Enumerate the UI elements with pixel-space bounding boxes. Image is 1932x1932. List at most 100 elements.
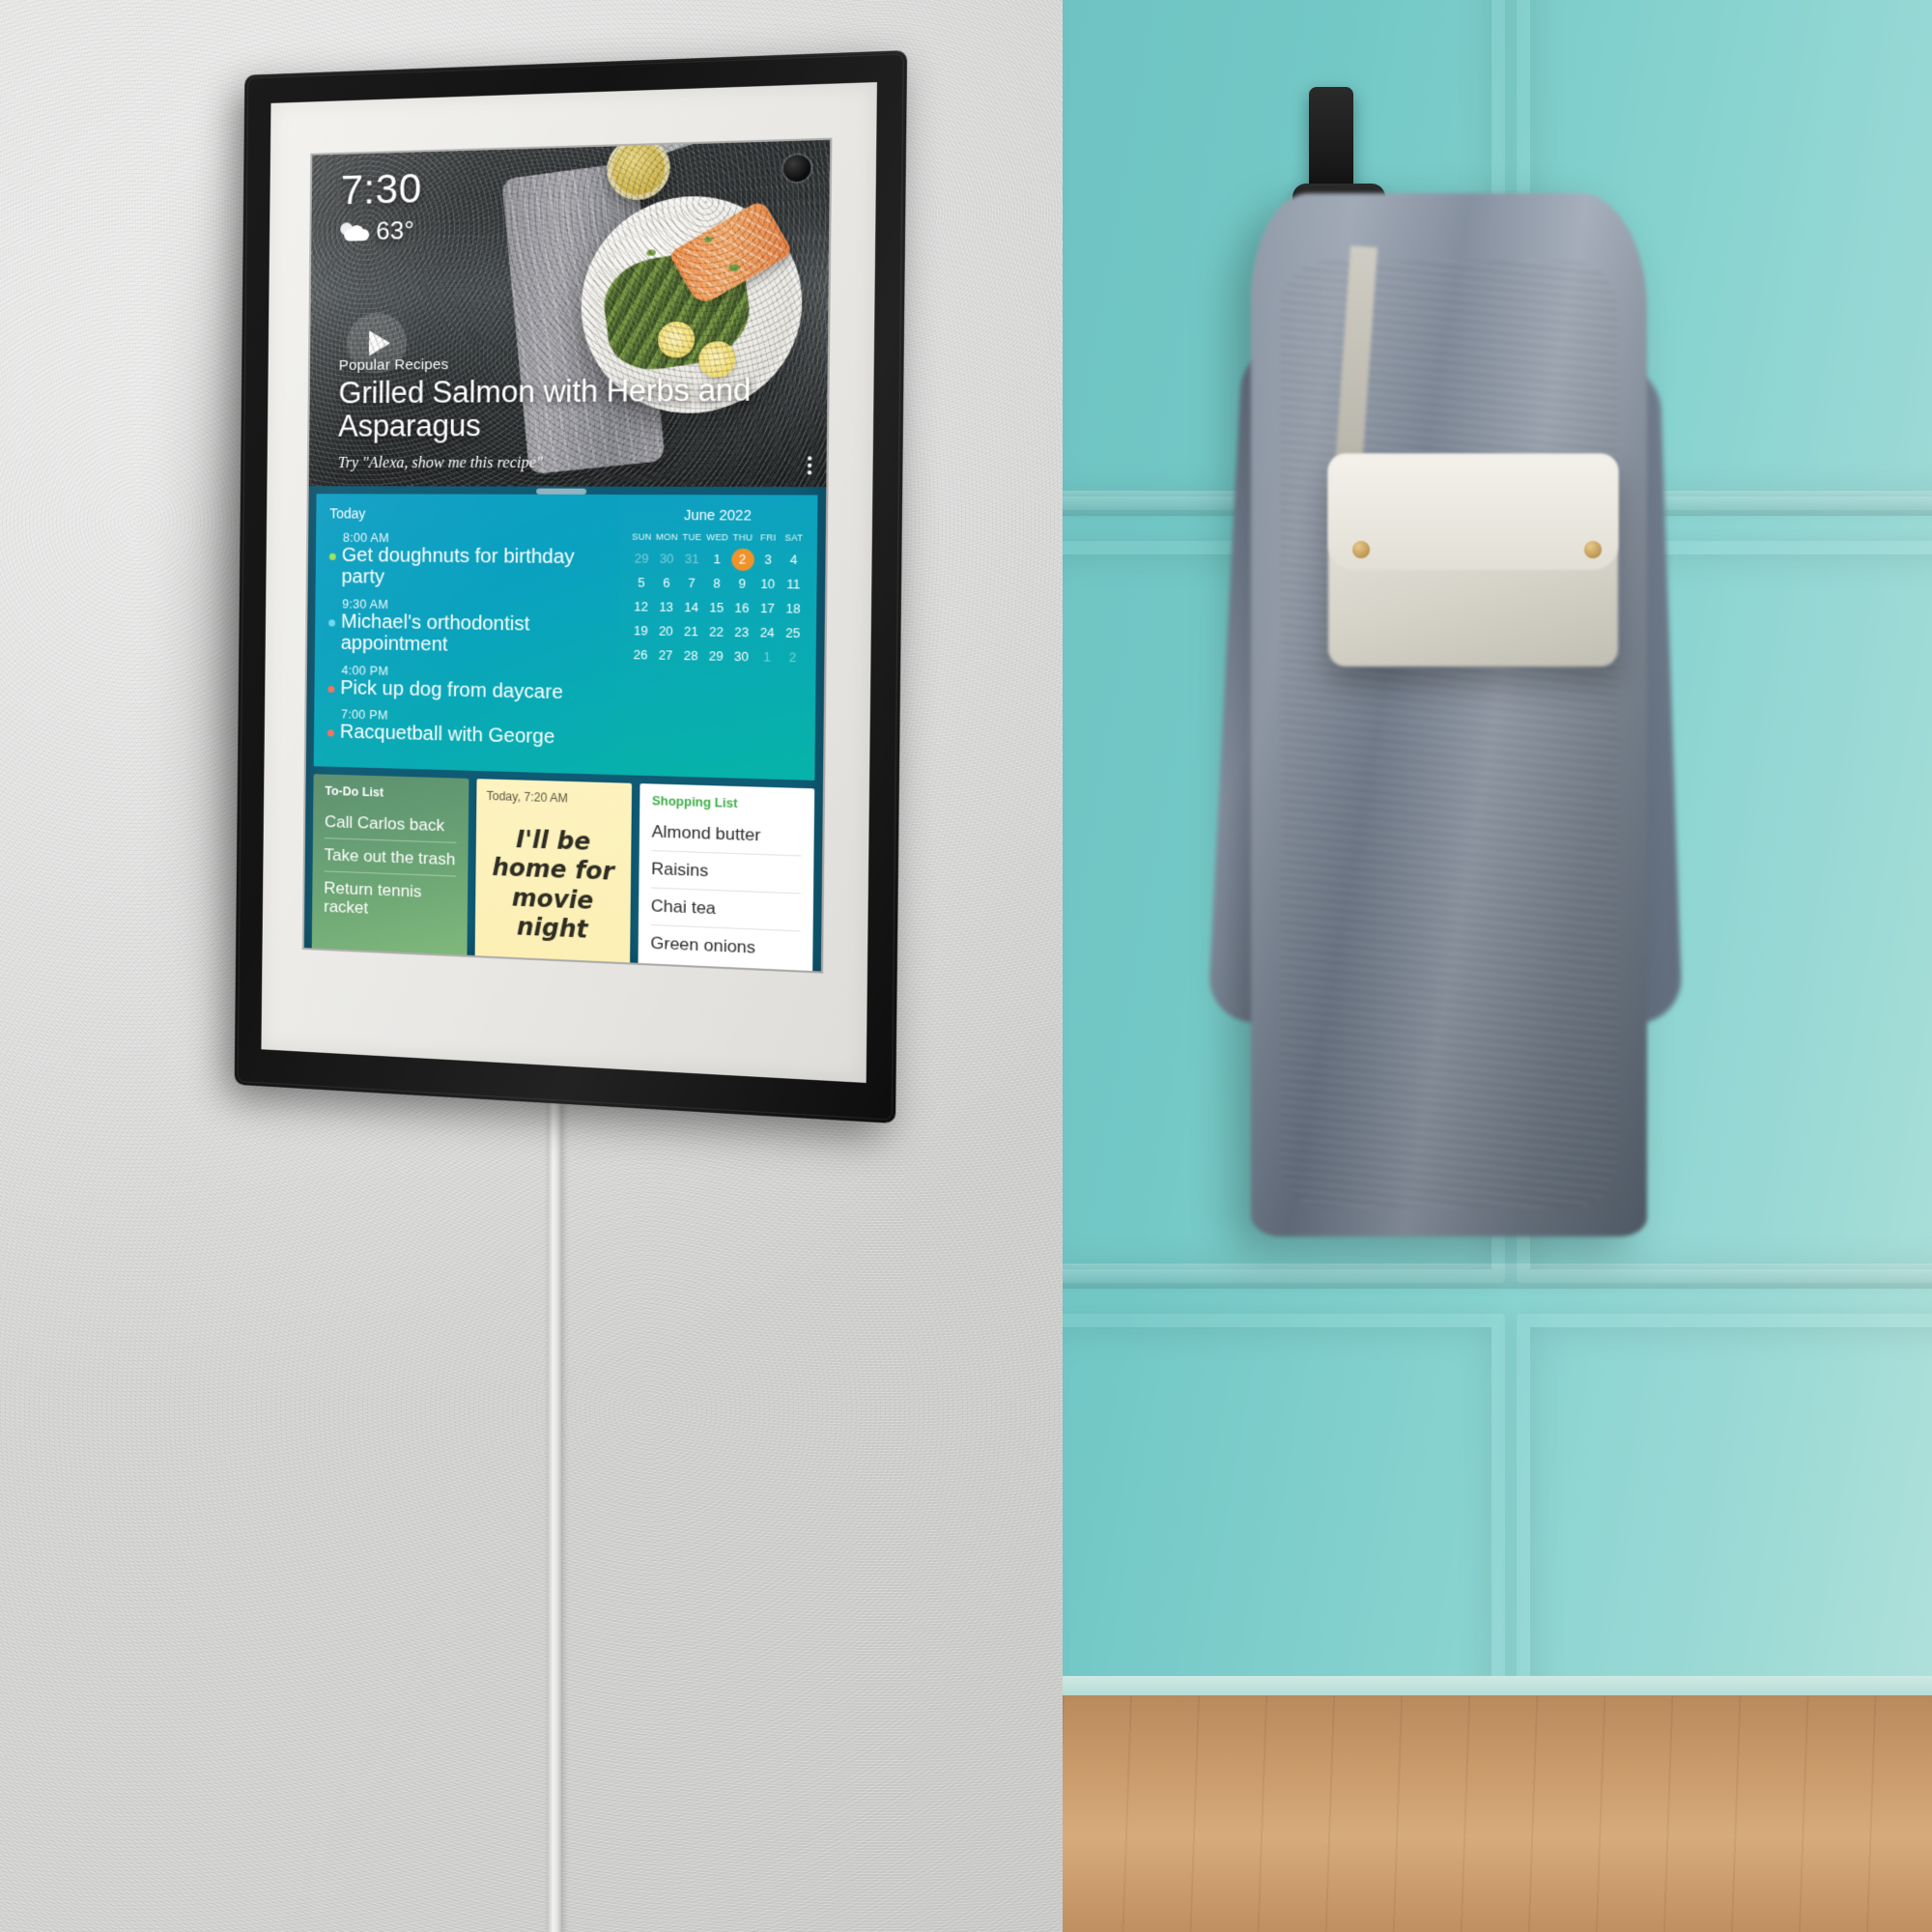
- alexa-hint: Try "Alexa, show me this recipe": [337, 454, 544, 472]
- salmon-fillet: [668, 198, 794, 307]
- herb-garnish: [728, 264, 740, 271]
- calendar-day[interactable]: 22: [703, 621, 728, 643]
- month-calendar[interactable]: June 2022 SUN MON TUE WED THU FRI SAT 29 30 31 1 2 3…: [616, 494, 818, 781]
- denim-jacket: [1251, 193, 1647, 1236]
- calendar-day[interactable]: 5: [629, 572, 654, 594]
- calendar-day[interactable]: 11: [781, 573, 807, 595]
- calendar-day[interactable]: 29: [629, 548, 654, 570]
- partly-cloudy-icon: [340, 222, 370, 242]
- calendar-day[interactable]: 24: [754, 621, 781, 644]
- shopping-item[interactable]: Green onions: [650, 925, 800, 968]
- agenda-event-title: Racquetball with George: [339, 721, 555, 749]
- camera-lens-icon: [782, 155, 811, 183]
- calendar-day[interactable]: 26: [628, 644, 653, 667]
- calendar-day[interactable]: 13: [653, 596, 678, 618]
- calendar-day[interactable]: 20: [653, 620, 678, 642]
- calendar-day[interactable]: 18: [781, 598, 807, 621]
- display-screen[interactable]: 7:30 63° Popular Recipes Grilled Salmon …: [303, 139, 831, 972]
- room-scene: 7:30 63° Popular Recipes Grilled Salmon …: [0, 0, 1932, 1932]
- calendar-day[interactable]: 27: [653, 644, 678, 667]
- calendar-day[interactable]: 17: [754, 597, 781, 619]
- calendar-day[interactable]: 29: [703, 645, 728, 668]
- calendar-day[interactable]: 3: [755, 549, 781, 571]
- calendar-grid[interactable]: SUN MON TUE WED THU FRI SAT 29 30 31 1 2 3 4 5 6 7 8 9 10 11…: [628, 531, 807, 668]
- calendar-day[interactable]: 8: [704, 573, 729, 595]
- recipe-kicker: Popular Recipes: [338, 355, 449, 374]
- note-body: I'll be home for movie night: [492, 825, 614, 944]
- calendar-dow: WED: [706, 531, 729, 543]
- note-timestamp: Today, 7:20 AM: [486, 788, 568, 806]
- calendar-dow: TUE: [682, 531, 702, 543]
- calendar-day[interactable]: 25: [780, 622, 806, 645]
- calendar-dow: SUN: [632, 531, 652, 542]
- agenda-event-dot: [327, 685, 335, 693]
- calendar-widget[interactable]: Today 8:00 AM Get doughnuts for birthday …: [313, 488, 818, 781]
- calendar-day[interactable]: 2: [729, 548, 755, 571]
- calendar-day[interactable]: 1: [754, 646, 781, 669]
- sticky-note-widget[interactable]: Today, 7:20 AM I'll be home for movie ni…: [473, 779, 633, 972]
- calendar-dow: MON: [655, 531, 678, 543]
- calendar-day[interactable]: 9: [729, 573, 755, 595]
- calendar-day[interactable]: 16: [729, 597, 755, 619]
- power-cord: [548, 1072, 561, 1932]
- calendar-day[interactable]: 23: [729, 621, 755, 643]
- shopping-item[interactable]: Almond butter: [651, 813, 802, 857]
- calendar-day[interactable]: 31: [679, 548, 704, 570]
- calendar-day[interactable]: 30: [728, 645, 754, 668]
- agenda-event-dot: [328, 619, 336, 627]
- calendar-day[interactable]: 12: [629, 596, 654, 618]
- agenda-event[interactable]: 7:00 PM Racquetball with George: [327, 707, 606, 750]
- agenda-event-dot: [327, 729, 334, 737]
- agenda-event[interactable]: 8:00 AM Get doughnuts for birthday party: [328, 531, 607, 592]
- herb-garnish: [703, 236, 713, 243]
- oil-bowl-prop: [606, 139, 670, 201]
- calendar-day[interactable]: 21: [678, 620, 703, 642]
- agenda-header: Today: [329, 505, 366, 522]
- calendar-month-label: June 2022: [683, 506, 752, 524]
- calendar-day[interactable]: 6: [654, 572, 679, 594]
- widget-row: To-Do List Call Carlos back Take out the …: [304, 766, 823, 972]
- calendar-day[interactable]: 4: [781, 549, 807, 571]
- recipe-title: Grilled Salmon with Herbs and Asparagus: [337, 371, 752, 444]
- wood-floor: [1063, 1695, 1932, 1932]
- shopping-header: Shopping List: [651, 793, 738, 811]
- calendar-day[interactable]: 7: [679, 572, 704, 594]
- calendar-dow: FRI: [760, 532, 777, 543]
- calendar-day[interactable]: 19: [628, 620, 653, 642]
- herb-garnish: [646, 249, 656, 256]
- recipe-hero-card[interactable]: 7:30 63° Popular Recipes Grilled Salmon …: [308, 139, 831, 488]
- calendar-day[interactable]: 1: [704, 549, 729, 571]
- agenda-event[interactable]: 4:00 PM Pick up dog from daycare: [327, 663, 606, 704]
- todo-header: To-Do List: [325, 783, 384, 800]
- calendar-day[interactable]: 10: [754, 573, 781, 595]
- calendar-day[interactable]: 28: [678, 644, 703, 667]
- agenda-list[interactable]: Today 8:00 AM Get doughnuts for birthday …: [314, 494, 620, 775]
- agenda-event-dot: [328, 553, 336, 560]
- shopping-item[interactable]: Raisins: [650, 851, 802, 895]
- temperature-value: 63°: [376, 214, 414, 246]
- calendar-day[interactable]: 2: [780, 646, 806, 669]
- smart-display-device[interactable]: 7:30 63° Popular Recipes Grilled Salmon …: [234, 50, 908, 1124]
- shopping-list-widget[interactable]: Shopping List Almond butter Raisins Chai t…: [637, 783, 815, 972]
- calendar-day[interactable]: 15: [704, 597, 729, 619]
- agenda-event-title: Get doughnuts for birthday party: [341, 544, 575, 589]
- clock-time: 7:30: [340, 164, 422, 213]
- todo-item[interactable]: Return tennis racket: [324, 871, 456, 927]
- calendar-dow: THU: [732, 531, 753, 543]
- shopping-item[interactable]: Chai tea: [650, 888, 802, 932]
- todo-widget[interactable]: To-Do List Call Carlos back Take out the …: [311, 774, 469, 972]
- weather-readout: 63°: [340, 215, 421, 247]
- clock-weather-group: 7:30 63°: [340, 164, 422, 247]
- calendar-day[interactable]: 14: [678, 596, 703, 618]
- agenda-event[interactable]: 9:30 AM Michael's orthodontist appointmen…: [328, 597, 607, 659]
- todo-item[interactable]: Call Carlos back: [324, 805, 457, 843]
- calendar-day[interactable]: 30: [654, 548, 679, 570]
- calendar-dow: SAT: [784, 532, 804, 543]
- bag-stud: [1584, 541, 1602, 558]
- agenda-event-title: Pick up dog from daycare: [340, 676, 563, 703]
- agenda-event-title: Michael's orthodontist appointment: [340, 611, 530, 656]
- door-rail: [1063, 1264, 1932, 1289]
- kebab-menu-icon[interactable]: [807, 456, 812, 475]
- todo-item[interactable]: Take out the trash: [324, 838, 457, 877]
- drag-handle[interactable]: [536, 488, 587, 495]
